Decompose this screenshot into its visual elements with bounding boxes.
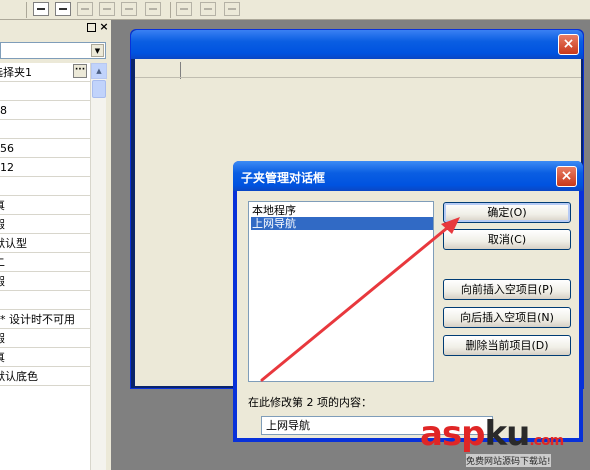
object-selector[interactable]: ▼ <box>0 42 106 59</box>
property-value: 假 <box>0 332 5 345</box>
close-icon[interactable]: × <box>556 166 577 187</box>
property-row[interactable]: 默认型 <box>0 234 90 253</box>
insert-before-button[interactable]: 向前插入空项目(P) <box>443 279 571 300</box>
chevron-down-icon[interactable]: ▼ <box>91 44 104 57</box>
property-panel: × ▼ 选择夹1 ··· 8 56 12 真 假 默认型 二 假 * 设计时不可… <box>0 20 112 470</box>
watermark-tagline: 免费网站源码下载站! <box>466 454 551 467</box>
property-value: 选择夹1 <box>0 66 32 79</box>
close-icon[interactable]: × <box>98 20 110 34</box>
property-value: 默认型 <box>0 237 27 250</box>
center-both-icon[interactable] <box>224 2 240 16</box>
property-row[interactable]: 假 <box>0 215 90 234</box>
property-grid: 选择夹1 ··· 8 56 12 真 假 默认型 二 假 * 设计时不可用 假 … <box>0 63 90 470</box>
space-horizontal-icon[interactable] <box>121 2 137 16</box>
watermark-brand-a: asp <box>420 414 486 454</box>
property-row[interactable]: 选择夹1 ··· <box>0 63 90 82</box>
watermark-logo: aspku.com <box>420 414 564 454</box>
scroll-thumb[interactable] <box>92 80 106 98</box>
toolbar-separator <box>26 2 27 18</box>
property-row[interactable]: 假 <box>0 272 90 291</box>
dialog-title: 子夹管理对话框 <box>241 171 326 185</box>
dialog-body: 本地程序 上网导航 确定(O) 取消(C) 向前插入空项目(P) 向后插入空项目… <box>237 191 579 438</box>
tab-list[interactable]: 本地程序 上网导航 <box>248 201 434 382</box>
toolbar <box>0 0 590 20</box>
tab-manager-dialog: 子夹管理对话框 × 本地程序 上网导航 确定(O) 取消(C) 向前插入空项目(… <box>233 161 583 442</box>
ellipsis-button[interactable]: ··· <box>73 64 87 78</box>
property-row[interactable]: 56 <box>0 139 90 158</box>
property-row[interactable]: 假 <box>0 329 90 348</box>
property-value: * 设计时不可用 <box>0 313 75 326</box>
delete-item-button[interactable]: 删除当前项目(D) <box>443 335 571 356</box>
same-width-icon[interactable] <box>176 2 192 16</box>
property-value: 默认底色 <box>0 370 38 383</box>
pin-icon[interactable] <box>87 23 96 32</box>
dialog-titlebar: 子夹管理对话框 × <box>233 161 583 191</box>
form-titlebar: × <box>131 30 583 59</box>
cancel-button[interactable]: 取消(C) <box>443 229 571 250</box>
ok-button[interactable]: 确定(O) <box>443 202 571 223</box>
property-value: 56 <box>0 142 14 155</box>
list-item-selected[interactable]: 上网导航 <box>251 217 433 230</box>
list-item[interactable]: 本地程序 <box>251 204 433 217</box>
vertical-scrollbar[interactable]: ▲ <box>90 63 107 470</box>
space-vertical-icon[interactable] <box>145 2 161 16</box>
property-row[interactable] <box>0 120 90 139</box>
site-watermark: aspku.com 免费网站源码下载站! <box>420 414 588 470</box>
property-row[interactable]: 12 <box>0 158 90 177</box>
property-value: 真 <box>0 199 5 212</box>
property-value: 8 <box>0 104 7 117</box>
property-value: 真 <box>0 351 5 364</box>
watermark-brand-c: .com <box>529 433 564 449</box>
align-top-icon[interactable] <box>77 2 93 16</box>
property-row[interactable] <box>0 177 90 196</box>
close-icon[interactable]: × <box>558 34 579 55</box>
property-row[interactable]: 8 <box>0 101 90 120</box>
property-value: 二 <box>0 256 5 269</box>
property-row[interactable]: * 设计时不可用 <box>0 310 90 329</box>
watermark-brand-b: ku <box>484 414 531 454</box>
property-value: 假 <box>0 218 5 231</box>
property-value: 12 <box>0 161 14 174</box>
tab-strip-line <box>135 77 581 78</box>
same-height-icon[interactable] <box>200 2 216 16</box>
align-left-icon[interactable] <box>33 2 49 16</box>
toolbar-separator <box>170 2 171 18</box>
align-center-icon[interactable] <box>55 2 71 16</box>
insert-after-button[interactable]: 向后插入空项目(N) <box>443 307 571 328</box>
property-row[interactable]: 真 <box>0 348 90 367</box>
panel-header: × <box>0 20 112 36</box>
align-middle-icon[interactable] <box>99 2 115 16</box>
edit-label: 在此修改第 2 项的内容： <box>248 396 372 409</box>
property-row[interactable]: 真 <box>0 196 90 215</box>
property-row[interactable]: 二 <box>0 253 90 272</box>
property-row[interactable] <box>0 82 90 101</box>
scroll-up-icon[interactable]: ▲ <box>91 63 107 79</box>
property-row[interactable]: 默认底色 <box>0 367 90 386</box>
property-row[interactable] <box>0 291 90 310</box>
property-value: 假 <box>0 275 5 288</box>
